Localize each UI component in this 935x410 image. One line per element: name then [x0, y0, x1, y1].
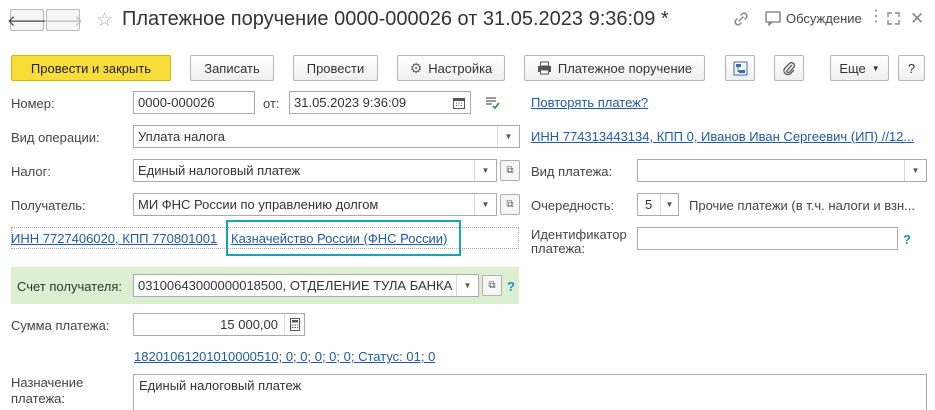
purpose-label-line2: платежа: [11, 391, 65, 406]
paperclip-icon [783, 61, 795, 75]
save-button[interactable]: Записать [190, 55, 274, 81]
amount-field[interactable]: 15 000,00 [133, 313, 305, 336]
identifier-label-line2: платежа: [531, 241, 585, 256]
help-icon[interactable]: ? [507, 279, 515, 294]
open-recipient-button[interactable]: ⧉ [500, 194, 520, 215]
vertical-dots-icon[interactable]: ⋮ [868, 9, 884, 25]
chevron-down-icon[interactable]: ▼ [497, 126, 519, 147]
gear-icon: ⚙ [409, 59, 423, 76]
chevron-down-icon[interactable]: ▼ [474, 194, 496, 215]
open-window-icon: ⧉ [506, 165, 514, 176]
amount-label: Сумма платежа: [11, 318, 110, 333]
identifier-field[interactable] [637, 227, 898, 250]
help-icon[interactable]: ? [903, 232, 911, 247]
purpose-value: Единый налоговый платеж [139, 378, 302, 393]
recipient-select[interactable]: МИ ФНС России по управлению долгом ▼ [133, 193, 497, 216]
chevron-down-icon[interactable]: ▼ [660, 194, 678, 215]
date-field[interactable]: 31.05.2023 9:36:09 [289, 91, 471, 114]
account-value: 03100643000000018500, ОТДЕЛЕНИЕ ТУЛА БАН… [138, 278, 453, 293]
post-label: Провести [306, 60, 365, 76]
number-value: 0000-000026 [138, 95, 215, 110]
identifier-label: Идентификатор платежа: [531, 228, 627, 256]
star-icon[interactable]: ☆ [96, 9, 113, 32]
recipient-value: МИ ФНС России по управлению долгом [138, 197, 379, 212]
more-menu-button[interactable]: Еще ▼ [830, 55, 889, 81]
structure-button[interactable] [725, 55, 755, 81]
help-button[interactable]: ? [898, 55, 925, 81]
save-label: Записать [204, 60, 260, 76]
chevron-down-icon[interactable]: ▼ [456, 275, 478, 296]
printer-icon [537, 61, 551, 75]
back-button[interactable]: 🡐 [6, 9, 48, 31]
calculator-icon[interactable] [284, 314, 304, 335]
payer-account-link[interactable]: ИНН 774313443134, КПП 0, Иванов Иван Сер… [531, 129, 914, 144]
chevron-down-icon[interactable]: ▼ [904, 160, 926, 181]
open-tax-button[interactable]: ⧉ [500, 160, 520, 181]
arrow-right-icon: 🡒 [42, 12, 84, 30]
tax-value: Единый налоговый платеж [138, 163, 301, 178]
date-label: от: [263, 96, 280, 111]
recipient-inn-link[interactable]: ИНН 7727406020, КПП 770801001 [11, 231, 217, 246]
treasury-link[interactable]: Казначейство России (ФНС России) [231, 231, 447, 246]
open-account-button[interactable]: ⧉ [482, 275, 502, 296]
purpose-label-line1: Назначение [11, 375, 84, 390]
tax-select[interactable]: Единый налоговый платеж ▼ [133, 159, 497, 182]
date-value: 31.05.2023 9:36:09 [294, 95, 407, 110]
tax-label: Налог: [11, 164, 51, 179]
account-select[interactable]: 03100643000000018500, ОТДЕЛЕНИЕ ТУЛА БАН… [133, 274, 479, 297]
expand-icon[interactable] [886, 11, 901, 29]
number-field[interactable]: 0000-000026 [133, 91, 255, 114]
arrow-left-icon: 🡐 [6, 12, 48, 30]
amount-value: 15 000,00 [220, 317, 278, 332]
page-title: Платежное поручение 0000-000026 от 31.05… [122, 8, 669, 30]
account-label: Счет получателя: [17, 279, 123, 294]
attachments-button[interactable] [774, 55, 804, 81]
recipient-label: Получатель: [11, 198, 86, 213]
calendar-icon[interactable] [448, 97, 470, 109]
payment-kind-select[interactable]: ▼ [637, 159, 927, 182]
close-icon[interactable]: ✕ [910, 9, 924, 29]
document-checked-icon[interactable] [484, 95, 501, 113]
chevron-down-icon[interactable]: ▼ [474, 160, 496, 181]
forward-button[interactable]: 🡒 [42, 9, 84, 31]
help-label: ? [907, 60, 916, 76]
operation-label: Вид операции: [11, 130, 100, 145]
identifier-label-line1: Идентификатор [531, 227, 627, 242]
settings-button[interactable]: ⚙ Настройка [397, 55, 505, 81]
priority-select[interactable]: 5 ▼ [637, 193, 679, 216]
priority-value: 5 [645, 197, 653, 212]
operation-select[interactable]: Уплата налога ▼ [133, 125, 520, 148]
print-label: Платежное поручение [557, 60, 693, 76]
purpose-textarea[interactable]: Единый налоговый платеж [133, 374, 927, 410]
chain-link-icon[interactable] [732, 10, 750, 31]
repeat-payment-link[interactable]: Повторять платеж? [531, 95, 648, 110]
operation-value: Уплата налога [138, 129, 225, 144]
more-label: Еще [839, 60, 866, 76]
discussion-label: Обсуждение [786, 11, 862, 26]
open-window-icon: ⧉ [506, 199, 514, 210]
kbk-details-link[interactable]: 18201061201010000510; 0; 0; 0; 0; 0; Ста… [134, 349, 435, 364]
number-label: Номер: [11, 96, 55, 111]
chevron-down-icon: ▼ [871, 63, 880, 73]
print-payment-order-button[interactable]: Платежное поручение [524, 55, 705, 81]
structure-icon [733, 61, 747, 75]
chat-icon [765, 11, 781, 26]
priority-label: Очередность: [531, 198, 615, 213]
settings-label: Настройка [428, 60, 493, 76]
discussion-button[interactable]: Обсуждение [765, 11, 862, 26]
open-window-icon: ⧉ [488, 280, 496, 291]
purpose-label: Назначение платежа: [11, 375, 83, 407]
payment-kind-label: Вид платежа: [531, 164, 613, 179]
post-and-close-button[interactable]: Провести и закрыть [11, 55, 171, 81]
post-and-close-label: Провести и закрыть [30, 60, 152, 76]
priority-description: Прочие платежи (в т.ч. налоги и взн... [689, 198, 915, 213]
post-button[interactable]: Провести [293, 55, 378, 81]
